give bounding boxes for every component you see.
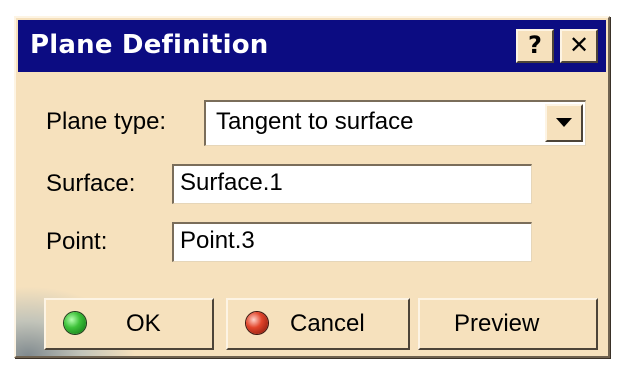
help-button[interactable]: ? [516, 29, 554, 63]
ok-button-label: OK [126, 310, 161, 337]
red-orb-icon [246, 312, 268, 334]
plane-type-dropdown[interactable]: Tangent to surface [204, 100, 586, 146]
preview-button-label: Preview [454, 310, 540, 337]
preview-button[interactable]: Preview [418, 298, 598, 350]
point-label: Point: [46, 228, 108, 255]
plane-type-label: Plane type: [46, 108, 167, 135]
chevron-down-icon [556, 118, 572, 127]
plane-definition-dialog: Plane Definition ? ✕ Plane type: Tangent… [14, 16, 610, 358]
cancel-button-label: Cancel [290, 310, 365, 337]
dialog-title: Plane Definition [30, 30, 269, 60]
plane-type-selected-value: Tangent to surface [216, 108, 414, 135]
surface-label: Surface: [46, 170, 136, 197]
cancel-button[interactable]: Cancel [226, 298, 410, 350]
surface-field[interactable]: Surface.1 [172, 164, 532, 204]
point-field[interactable]: Point.3 [172, 222, 532, 262]
close-button[interactable]: ✕ [560, 29, 598, 63]
dropdown-arrow-button[interactable] [545, 104, 583, 142]
green-orb-icon [64, 312, 86, 334]
ok-button[interactable]: OK [44, 298, 214, 350]
title-bar[interactable]: Plane Definition ? ✕ [18, 20, 606, 72]
